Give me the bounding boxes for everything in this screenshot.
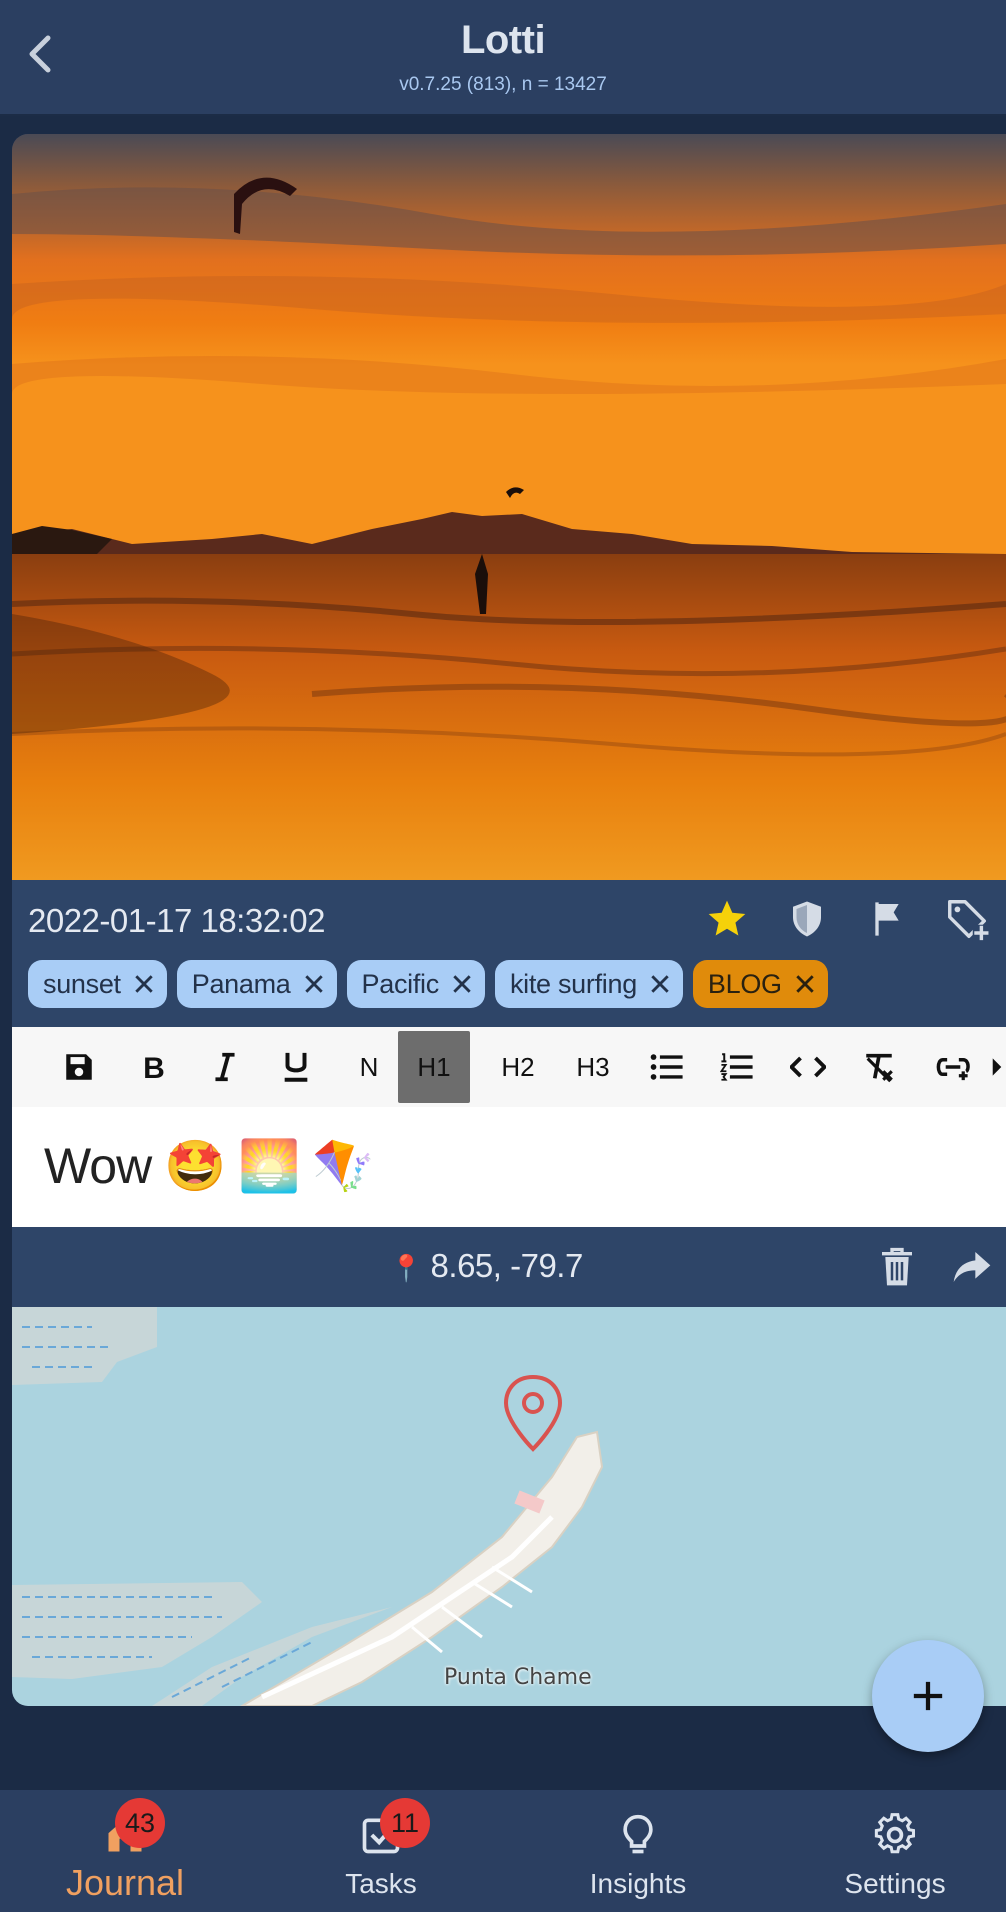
share-icon	[953, 1252, 991, 1282]
entry-meta-row: 2022-01-17 18:32:02	[12, 880, 1006, 960]
heading3-button[interactable]: H3	[562, 1035, 624, 1099]
tasks-badge: 11	[380, 1798, 430, 1848]
bold-icon: B	[143, 1052, 165, 1082]
map-tiles	[12, 1307, 604, 1706]
tag-label: kite surfing	[509, 968, 637, 999]
entry-text: Wow 🤩 🌅 🪁	[44, 1138, 375, 1194]
save-icon	[66, 1054, 92, 1080]
tag-chip[interactable]: sunset	[28, 960, 167, 1008]
clear-format-icon	[866, 1053, 893, 1083]
underline-icon	[284, 1052, 308, 1082]
tag-label: BLOG	[707, 968, 782, 999]
code-button[interactable]	[777, 1035, 839, 1099]
nav-settings[interactable]: Settings	[770, 1790, 1006, 1912]
map-place-label: Punta Chame	[444, 1665, 592, 1690]
numbered-list-button[interactable]	[706, 1035, 768, 1099]
journal-entry-card: 2022-01-17 18:32:02 sunset Panama Pacifi…	[12, 134, 1006, 1706]
remove-tag-icon[interactable]	[131, 971, 157, 997]
star-icon	[708, 900, 746, 936]
italic-icon	[215, 1052, 235, 1082]
share-button[interactable]	[947, 1242, 997, 1292]
clear-format-button[interactable]	[848, 1035, 910, 1099]
toolbar-more-arrow[interactable]	[987, 1035, 1006, 1099]
flag-button[interactable]	[862, 894, 912, 944]
location-value: 8.65, -79.7	[430, 1247, 584, 1284]
location-map[interactable]: Punta Chame	[12, 1307, 1006, 1706]
entry-photo[interactable]	[12, 134, 1006, 880]
tag-list: sunset Panama Pacific kite surfing BLOG	[28, 960, 828, 1008]
private-button[interactable]	[782, 894, 832, 944]
remove-tag-icon[interactable]	[647, 971, 673, 997]
nav-label: Tasks	[345, 1868, 417, 1899]
tag-plus-icon	[948, 900, 990, 942]
app-bar: Lotti v0.7.25 (813), n = 13427	[0, 0, 1006, 116]
tag-chip-blog[interactable]: BLOG	[692, 960, 828, 1008]
map-pin-icon: 📍	[390, 1253, 422, 1283]
tag-chip[interactable]: Pacific	[346, 960, 485, 1008]
svg-text:B: B	[143, 1052, 165, 1082]
bullet-list-icon	[650, 1054, 683, 1080]
tag-chip[interactable]: kite surfing	[494, 960, 683, 1008]
numbered-list-icon	[720, 1053, 753, 1081]
app-version: v0.7.25 (813), n = 13427	[399, 74, 607, 95]
underline-button[interactable]	[265, 1035, 327, 1099]
remove-tag-icon[interactable]	[449, 971, 475, 997]
nav-label: Journal	[65, 1862, 185, 1903]
star-button[interactable]	[702, 894, 752, 944]
save-button[interactable]	[48, 1035, 110, 1099]
tag-chip[interactable]: Panama	[176, 960, 337, 1008]
location-row: 📍 8.65, -79.7	[12, 1227, 1006, 1307]
bold-button[interactable]: B	[123, 1035, 185, 1099]
bullet-list-button[interactable]	[636, 1035, 698, 1099]
heading1-button[interactable]: H1	[398, 1031, 470, 1103]
code-icon	[790, 1056, 826, 1078]
tag-label: sunset	[43, 968, 121, 999]
add-tag-button[interactable]	[942, 894, 992, 944]
tag-label: Pacific	[361, 968, 440, 999]
entry-text-editor[interactable]: Wow 🤩 🌅 🪁	[12, 1107, 1006, 1227]
nav-tasks[interactable]: 11 Tasks	[256, 1790, 506, 1912]
gear-icon	[870, 1810, 920, 1860]
italic-button[interactable]	[194, 1035, 256, 1099]
flag-icon	[875, 902, 899, 936]
link-button[interactable]	[922, 1035, 984, 1099]
remove-tag-icon[interactable]	[792, 971, 818, 997]
entry-date: 2022-01-17 18:32:02	[28, 902, 325, 939]
heading2-button[interactable]: H2	[487, 1035, 549, 1099]
delete-button[interactable]	[872, 1242, 922, 1292]
app-title: Lotti	[460, 18, 546, 62]
bottom-navigation: 43 Journal 11 Tasks Insights Settings	[0, 1790, 1006, 1912]
plus-icon	[913, 1681, 943, 1711]
tag-label: Panama	[191, 968, 291, 999]
normal-text-button[interactable]: N	[338, 1035, 400, 1099]
nav-insights[interactable]: Insights	[513, 1790, 763, 1912]
trash-icon	[882, 1247, 912, 1286]
journal-badge: 43	[115, 1798, 165, 1848]
nav-label: Insights	[589, 1868, 687, 1899]
nav-label: Settings	[844, 1868, 946, 1899]
lightbulb-icon	[613, 1810, 663, 1860]
remove-tag-icon[interactable]	[301, 971, 327, 997]
link-add-icon	[936, 1057, 970, 1081]
shield-icon	[793, 901, 821, 937]
location-coordinates: 📍 8.65, -79.7	[390, 1247, 583, 1285]
editor-toolbar: B N H1 H2 H3	[12, 1027, 1006, 1107]
add-entry-button[interactable]	[872, 1640, 984, 1752]
nav-journal[interactable]: 43 Journal	[0, 1790, 250, 1912]
caret-right-icon	[992, 1058, 1002, 1076]
